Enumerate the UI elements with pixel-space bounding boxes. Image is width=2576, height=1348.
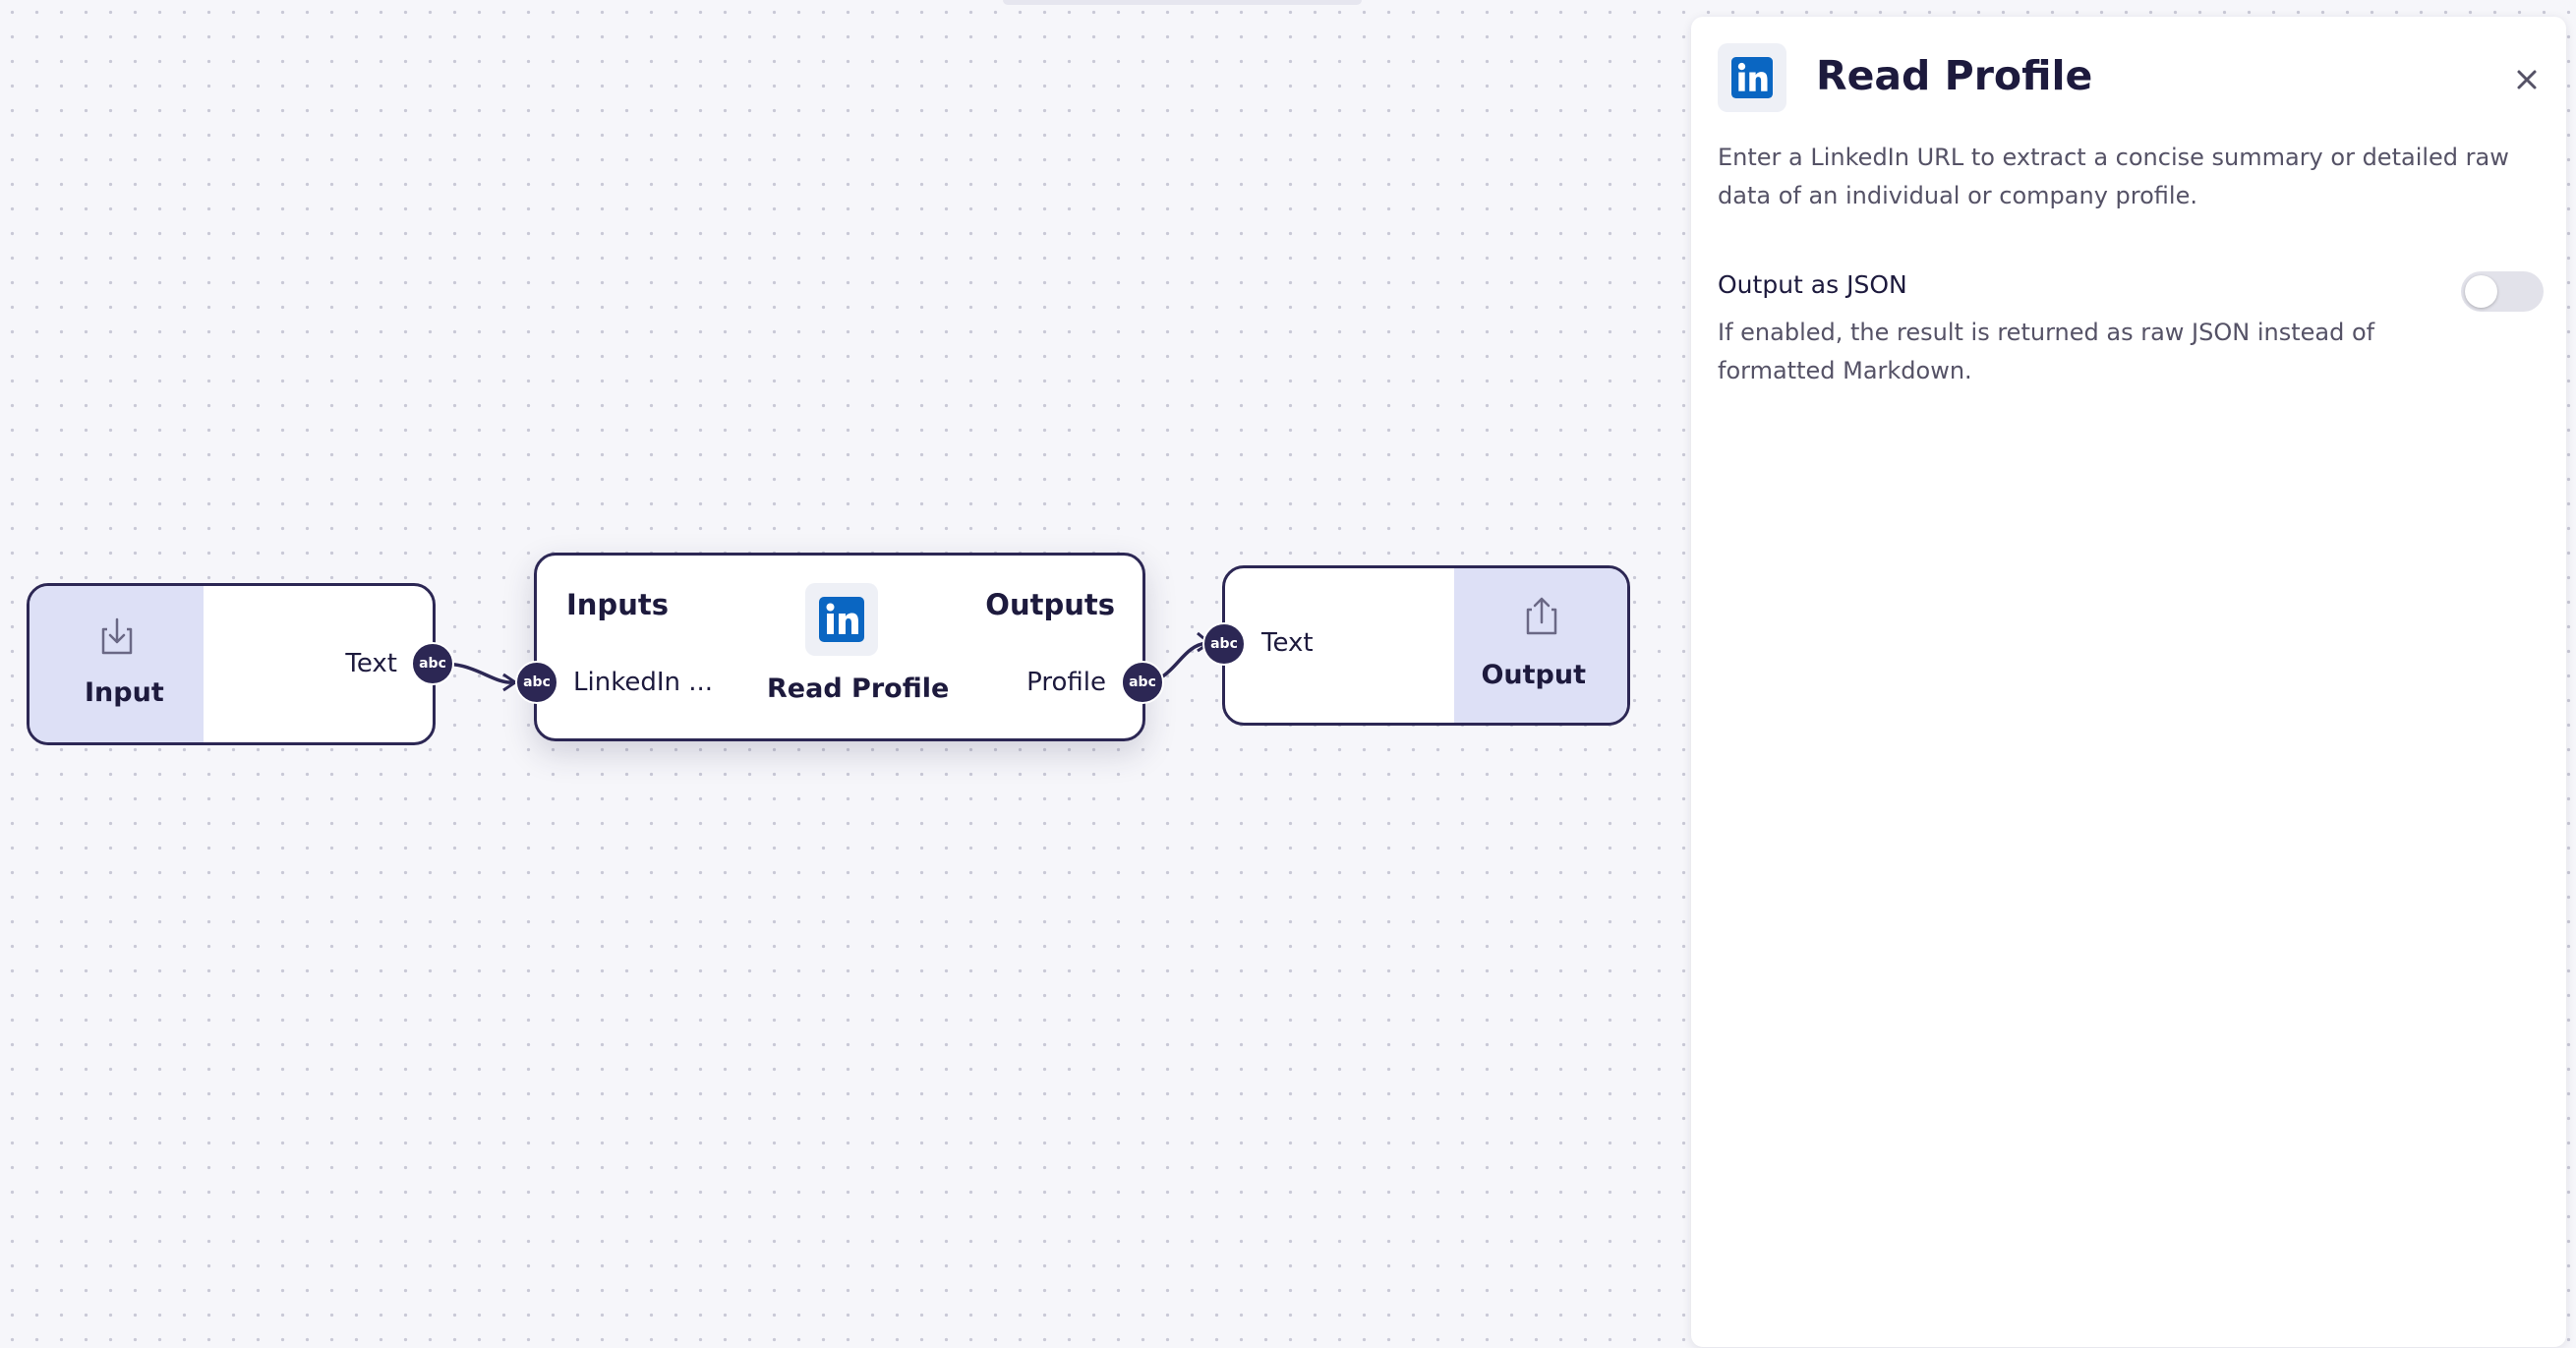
- toggle-knob: [2465, 275, 2497, 308]
- input-node-port-label: Text: [345, 649, 397, 678]
- output-json-label: Output as JSON: [1718, 270, 1907, 299]
- input-node-output-port[interactable]: abc: [411, 642, 454, 685]
- output-node-side: [1454, 568, 1627, 723]
- download-icon: [94, 615, 140, 665]
- read-node-output-label: Profile: [1026, 668, 1106, 697]
- read-node-title: Read Profile: [767, 674, 950, 704]
- panel-title: Read Profile: [1816, 52, 2093, 99]
- read-node-output-port[interactable]: abc: [1121, 661, 1164, 704]
- read-node-input-port[interactable]: abc: [515, 661, 558, 704]
- outputs-heading: Outputs: [985, 588, 1115, 621]
- properties-panel: Read Profile Enter a LinkedIn URL to ext…: [1691, 17, 2566, 1347]
- linkedin-icon: [805, 583, 878, 656]
- output-node-title: Output: [1481, 660, 1586, 690]
- panel-linkedin-icon: [1718, 43, 1786, 112]
- input-node-title: Input: [85, 677, 164, 708]
- input-node[interactable]: Input Text: [27, 583, 436, 745]
- output-json-toggle[interactable]: [2461, 271, 2544, 312]
- output-node-input-port[interactable]: abc: [1202, 622, 1246, 666]
- workflow-canvas[interactable]: Input Text abc Inputs Outputs Read Profi…: [0, 0, 1686, 1348]
- close-button[interactable]: [2509, 62, 2545, 97]
- output-node-port-label: Text: [1261, 628, 1314, 658]
- upload-icon: [1519, 594, 1564, 643]
- inputs-heading: Inputs: [566, 588, 669, 621]
- panel-description: Enter a LinkedIn URL to extract a concis…: [1718, 144, 2509, 209]
- close-icon: [2517, 70, 2537, 89]
- output-json-help: If enabled, the result is returned as ra…: [1718, 319, 2375, 384]
- read-profile-node[interactable]: Inputs Outputs Read Profile LinkedIn ...…: [534, 553, 1145, 741]
- read-node-input-label: LinkedIn ...: [573, 668, 714, 697]
- output-node[interactable]: Output Text: [1222, 565, 1630, 726]
